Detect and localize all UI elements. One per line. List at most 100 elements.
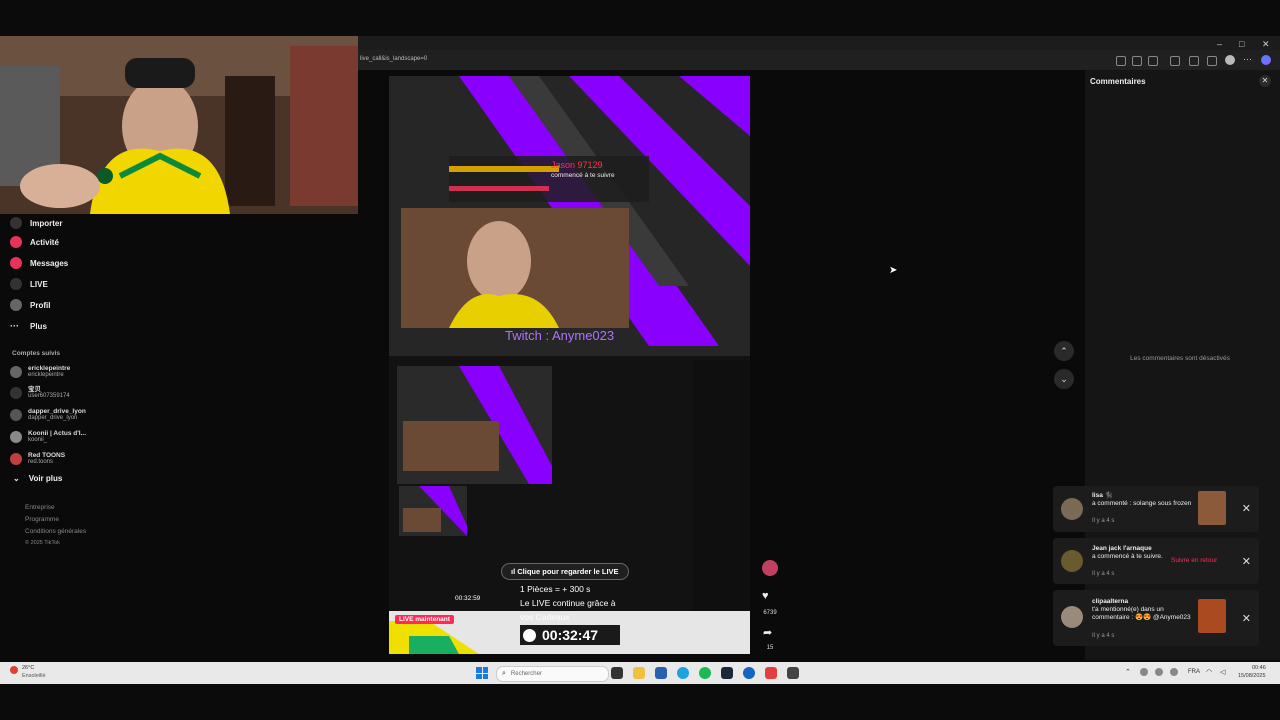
translate-icon[interactable] — [1132, 56, 1142, 66]
notification-thumbnail[interactable] — [1198, 599, 1226, 633]
search-icon: ⌕ — [502, 670, 506, 677]
account-handle: user607359174 — [28, 393, 70, 399]
minimize-button[interactable]: – — [1217, 39, 1222, 49]
avatar — [10, 366, 22, 378]
star-icon[interactable] — [1148, 56, 1158, 66]
dismiss-notification-button[interactable]: ✕ — [1242, 612, 1251, 625]
heart-icon[interactable]: ♥ — [762, 590, 769, 602]
account-name: ericklepeintre — [28, 365, 71, 372]
url-text: live_call&is_landscape=0 — [360, 56, 428, 62]
see-more-label: Voir plus — [28, 474, 63, 483]
app-icon[interactable] — [743, 667, 755, 679]
sidebar-item-label: Activité — [30, 237, 59, 247]
close-window-button[interactable]: ✕ — [1262, 39, 1270, 50]
notification-card[interactable]: clipaalterna t'a mentionné(e) dans un com… — [1053, 590, 1259, 646]
followed-account[interactable]: dapper_drive_lyon dapper_drive_lyon — [10, 408, 86, 422]
language-indicator[interactable]: FRA — [1188, 669, 1200, 675]
sidebar-item-upload[interactable]: Importer — [10, 215, 62, 231]
tray-icon[interactable] — [1155, 668, 1163, 676]
sidebar-item-messages[interactable]: Messages — [10, 255, 68, 271]
windows-start-icon[interactable] — [476, 667, 488, 679]
gift-line-2: Le LIVE continue grâce à — [520, 598, 616, 608]
followed-account[interactable]: 宝贝 user607359174 — [10, 386, 70, 400]
footer-link-program[interactable]: Programme — [25, 516, 59, 523]
edge-icon[interactable] — [677, 667, 689, 679]
search-placeholder: Rechercher — [510, 671, 542, 677]
volume-icon[interactable]: ◁ — [1220, 668, 1225, 676]
tray-icon[interactable] — [1140, 668, 1148, 676]
notification-time: Il y a 4 s — [1092, 518, 1115, 524]
following-title: Comptes suivis — [12, 350, 61, 357]
sidebar-item-more[interactable]: ··· Plus — [10, 318, 47, 334]
followed-account[interactable]: ericklepeintre ericklepeintre — [10, 365, 70, 379]
tray-icon[interactable] — [1170, 668, 1178, 676]
sidebar-item-profile[interactable]: Profil — [10, 297, 50, 313]
extension-icon[interactable] — [1189, 56, 1199, 66]
favorites-icon[interactable] — [1207, 56, 1217, 66]
chevron-down-icon: ⌄ — [13, 474, 20, 483]
avatar — [10, 431, 22, 443]
followed-account[interactable]: Koonii | Actus d'I... koonii_ — [10, 430, 86, 444]
notification-name: Jean jack l'arnaque — [1092, 545, 1152, 552]
account-name: Koonii | Actus d'I... — [28, 430, 87, 437]
share-icon[interactable]: ➦ — [763, 626, 772, 639]
weather-temp[interactable]: 26°C — [22, 665, 34, 671]
followed-account[interactable]: Red TOONS red.toons — [10, 452, 65, 466]
next-video-button[interactable]: ⌄ — [1054, 369, 1074, 389]
notification-card[interactable]: lisa 🐈‍⬛ a commenté : solange sous frozen… — [1053, 486, 1259, 532]
file-explorer-icon[interactable] — [633, 667, 645, 679]
reader-icon[interactable] — [1116, 56, 1126, 66]
dismiss-notification-button[interactable]: ✕ — [1242, 502, 1251, 515]
previous-video-button[interactable]: ⌃ — [1054, 341, 1074, 361]
close-comments-button[interactable]: ✕ — [1259, 75, 1271, 87]
bell-icon — [10, 236, 22, 248]
steam-icon[interactable] — [721, 667, 733, 679]
live-now-badge[interactable]: LIVE maintenant — [395, 615, 454, 624]
notification-card[interactable]: Jean jack l'arnaque a commencé à te suivr… — [1053, 538, 1259, 584]
wifi-icon[interactable]: ◠ — [1206, 668, 1212, 676]
see-more-button[interactable]: ⌄ Voir plus — [13, 474, 62, 483]
footer-link-terms[interactable]: Conditions générales — [25, 528, 86, 535]
watch-live-button[interactable]: ıl Clique pour regarder le LIVE — [501, 563, 629, 580]
store-icon[interactable] — [655, 667, 667, 679]
more-icon: ··· — [10, 321, 19, 331]
twitch-label: Twitch : Anyme023 — [505, 328, 615, 343]
mouse-cursor: ➤ — [889, 265, 898, 276]
comments-disabled-message: Les commentaires sont désactivés — [1130, 355, 1230, 362]
timer-box: 00:32:47 — [520, 625, 620, 645]
profile-avatar[interactable] — [1225, 55, 1235, 65]
weather-icon[interactable] — [10, 666, 18, 674]
menu-icon[interactable]: ⋯ — [1243, 54, 1252, 65]
refresh-icon[interactable] — [1170, 56, 1180, 66]
sidebar-item-label: Messages — [30, 258, 69, 268]
maximize-button[interactable]: □ — [1239, 39, 1244, 49]
browser-tab-strip — [358, 36, 1280, 50]
avatar — [1061, 550, 1083, 572]
comments-title: Commentaires — [1090, 77, 1146, 86]
dismiss-notification-button[interactable]: ✕ — [1242, 555, 1251, 568]
footer-link-company[interactable]: Entreprise — [25, 504, 55, 511]
task-view-icon[interactable] — [611, 667, 623, 679]
message-icon — [10, 257, 22, 269]
app-icon[interactable] — [765, 667, 777, 679]
spotify-icon[interactable] — [699, 667, 711, 679]
copilot-icon[interactable] — [1261, 55, 1271, 65]
clock-time[interactable]: 00:46 — [1252, 665, 1266, 671]
creator-avatar[interactable] — [762, 560, 778, 576]
gift-line-1: 1 Pièces = + 300 s — [520, 584, 591, 594]
app-icon[interactable] — [787, 667, 799, 679]
follow-back-button[interactable]: Suivre en retour — [1171, 557, 1217, 564]
avatar — [10, 409, 22, 421]
close-icon: ✕ — [1261, 76, 1269, 85]
notification-text: t'a mentionné(e) dans un commentaire : 😍… — [1092, 606, 1191, 621]
taskbar-search[interactable]: ⌕ Rechercher — [496, 666, 609, 682]
chevron-up-icon[interactable]: ⌃ — [1125, 668, 1131, 676]
sidebar-item-activity[interactable]: Activité — [10, 234, 59, 250]
notification-thumbnail[interactable] — [1198, 491, 1226, 525]
watch-live-label: Clique pour regarder le LIVE — [517, 567, 619, 576]
avatar — [10, 387, 22, 399]
clock-date: 15/08/2025 — [1238, 673, 1266, 679]
clock-icon — [523, 628, 536, 642]
live-video[interactable]: Jason 97129 commencé à te suivre Twitch … — [389, 76, 750, 654]
sidebar-item-live[interactable]: LIVE — [10, 276, 48, 292]
